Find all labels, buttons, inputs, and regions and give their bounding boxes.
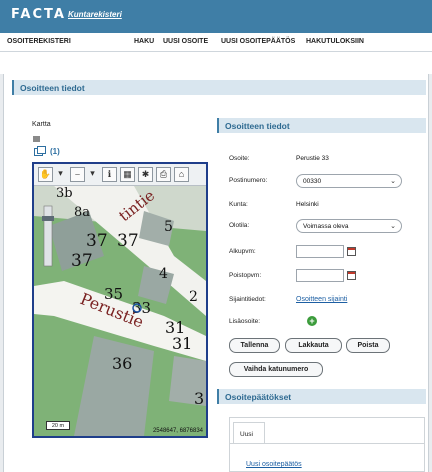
map-coordinates: 2548647, 6876834	[152, 428, 203, 434]
house-number: 4	[159, 266, 168, 282]
page-title: Osoitteen tiedot	[20, 83, 85, 93]
alkupvm-input[interactable]	[296, 245, 344, 258]
settings-icon[interactable]: ✱	[138, 167, 153, 182]
chevron-down-icon[interactable]: ▾	[88, 167, 97, 182]
layer-count[interactable]: (1)	[50, 147, 60, 156]
change-street-number-button[interactable]: Vaihda katunumero	[229, 362, 323, 377]
house-number: 37	[86, 231, 108, 251]
nav-haku[interactable]: HAKU	[134, 38, 154, 45]
nav-uusi-osoitepaatos[interactable]: UUSI OSOITEPÄÄTÖS	[221, 38, 295, 45]
house-number: 3b	[56, 186, 73, 201]
main-nav: OSOITEREKISTERI HAKU UUSI OSOITE UUSI OS…	[0, 33, 432, 52]
lisaosoite-label: Lisäosoite:	[229, 318, 261, 325]
olotila-label: Olotila:	[229, 222, 250, 229]
map-canvas[interactable]: 3b 8a 37 37 37 5 4 35 33 2 31 31 36 3 ti…	[34, 186, 206, 436]
map-toolbar: ✋ ▾ ⎯ ▾ ℹ ▦ ✱ ⎙ ⌂	[34, 164, 206, 186]
osoite-value: Perustie 33	[296, 155, 329, 162]
sijaintitiedot-label: Sijaintitiedot:	[229, 296, 266, 303]
brand-logo[interactable]: FACTA	[11, 7, 66, 22]
page-title-bar: Osoitteen tiedot	[12, 80, 426, 95]
chevron-down-icon: ⌄	[390, 223, 396, 230]
house-number: 37	[71, 251, 93, 271]
olotila-select[interactable]: Voimassa oleva ⌄	[296, 219, 402, 233]
collapse-icon[interactable]	[33, 136, 40, 142]
app-header: FACTA Kuntarekisteri	[0, 0, 432, 33]
map-viewer[interactable]: ✋ ▾ ⎯ ▾ ℹ ▦ ✱ ⎙ ⌂ 3b 8a 37 37 37 5 4 35 …	[32, 162, 208, 438]
calendar-icon[interactable]	[347, 247, 356, 256]
spacer	[0, 52, 432, 74]
poistopvm-input[interactable]	[296, 269, 344, 282]
print-icon[interactable]: ⎙	[156, 167, 171, 182]
alkupvm-label: Alkupvm:	[229, 248, 256, 255]
sijainti-link[interactable]: Osoitteen sijainti	[296, 296, 347, 303]
chevron-down-icon: ⌄	[390, 178, 396, 185]
osoite-label: Osoite:	[229, 155, 250, 162]
tab-uusi[interactable]: Uusi	[233, 422, 265, 444]
house-number: 36	[112, 354, 132, 373]
house-number: 37	[117, 231, 139, 251]
house-number: 2	[189, 289, 198, 305]
chevron-down-icon[interactable]: ▾	[56, 167, 65, 182]
house-number: 5	[164, 219, 173, 235]
decisions-title: Osoitepäätökset	[225, 392, 292, 402]
kunta-value: Helsinki	[296, 201, 319, 208]
postinumero-value: 00330	[303, 178, 322, 185]
delete-button[interactable]: Poista	[346, 338, 390, 353]
info-icon[interactable]: ℹ	[102, 167, 117, 182]
tab-divider	[230, 443, 424, 444]
measure-icon[interactable]: ⎯	[70, 167, 85, 182]
nav-hakutuloksiin[interactable]: HAKUTULOKSIIN	[306, 38, 364, 45]
map-scale: 20 m	[46, 421, 70, 430]
pan-hand-icon[interactable]: ✋	[38, 167, 53, 182]
layers-icon[interactable]	[34, 146, 46, 156]
kunta-label: Kunta:	[229, 201, 248, 208]
olotila-value: Voimassa oleva	[303, 223, 349, 230]
right-border	[428, 74, 432, 472]
add-icon[interactable]: +	[307, 316, 317, 326]
details-title: Osoitteen tiedot	[225, 121, 290, 131]
postinumero-select[interactable]: 00330 ⌄	[296, 174, 402, 188]
lakkauta-button[interactable]: Lakkauta	[285, 338, 342, 353]
save-button[interactable]: Tallenna	[229, 338, 280, 353]
print-preview-icon[interactable]: ▦	[120, 167, 135, 182]
home-icon[interactable]: ⌂	[174, 167, 189, 182]
brand-subtitle-link[interactable]: Kuntarekisteri	[68, 10, 122, 19]
details-title-bar: Osoitteen tiedot	[217, 118, 426, 133]
nav-osoiterekisteri[interactable]: OSOITEREKISTERI	[7, 38, 71, 45]
house-number: 31	[172, 334, 192, 353]
poistopvm-label: Poistopvm:	[229, 272, 262, 279]
left-border	[0, 74, 4, 472]
decisions-panel: Uusi Uusi osoitepäätös	[229, 417, 425, 472]
decisions-title-bar: Osoitepäätökset	[217, 389, 426, 404]
house-number: 8a	[74, 205, 90, 220]
map-section-label: Kartta	[32, 121, 51, 128]
house-number: 3	[194, 389, 204, 408]
new-decision-link[interactable]: Uusi osoitepäätös	[246, 461, 302, 468]
calendar-icon[interactable]	[347, 271, 356, 280]
nav-uusi-osoite[interactable]: UUSI OSOITE	[163, 38, 208, 45]
postinumero-label: Postinumero:	[229, 177, 268, 184]
